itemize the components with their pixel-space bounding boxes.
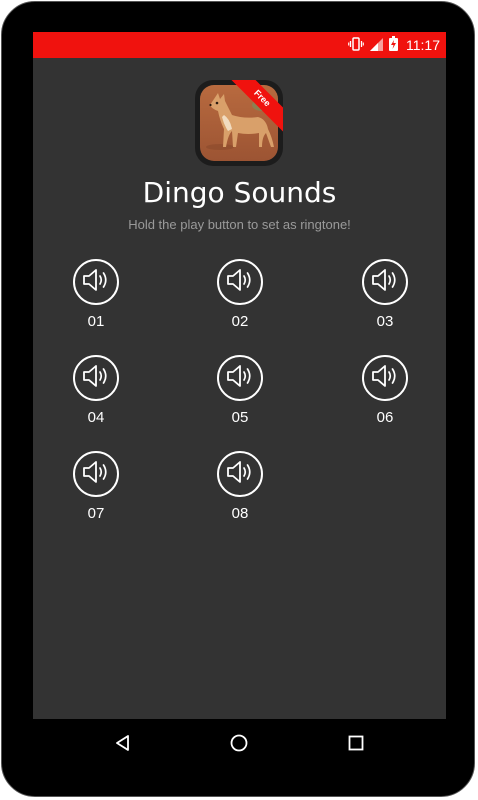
app-title: Dingo Sounds [142, 176, 337, 209]
vibrate-icon [348, 36, 364, 55]
sound-item: 02 [200, 259, 280, 330]
home-icon [230, 734, 248, 756]
sound-label: 05 [231, 409, 249, 426]
play-sound-button[interactable] [73, 451, 119, 497]
sound-item: 08 [200, 451, 280, 522]
recents-button[interactable] [344, 733, 368, 757]
speaker-icon [81, 459, 111, 489]
sound-item: 06 [345, 355, 425, 426]
sound-label: 01 [87, 313, 105, 330]
sound-label: 06 [376, 409, 394, 426]
battery-charging-icon [389, 35, 398, 55]
play-sound-button[interactable] [362, 259, 408, 305]
sound-item: 01 [56, 259, 136, 330]
navigation-bar [33, 719, 446, 771]
signal-icon [370, 36, 383, 55]
recents-icon [348, 735, 364, 755]
sound-label: 02 [231, 313, 249, 330]
play-sound-button[interactable] [217, 355, 263, 401]
speaker-icon [225, 459, 255, 489]
status-icons: 11:17 [348, 32, 440, 58]
sound-item: 04 [56, 355, 136, 426]
play-sound-button[interactable] [362, 355, 408, 401]
speaker-icon [370, 363, 400, 393]
status-bar: 11:17 [33, 32, 446, 58]
sound-label: 08 [231, 505, 249, 522]
sound-label: 03 [376, 313, 394, 330]
sound-label: 04 [87, 409, 105, 426]
speaker-icon [370, 267, 400, 297]
play-sound-button[interactable] [217, 259, 263, 305]
speaker-icon [81, 363, 111, 393]
home-button[interactable] [227, 733, 251, 757]
speaker-icon [225, 363, 255, 393]
back-button[interactable] [111, 733, 135, 757]
sound-label: 07 [87, 505, 105, 522]
sound-item: 07 [56, 451, 136, 522]
speaker-icon [225, 267, 255, 297]
speaker-icon [81, 267, 111, 297]
play-sound-button[interactable] [217, 451, 263, 497]
status-time: 11:17 [406, 37, 440, 53]
play-sound-button[interactable] [73, 355, 119, 401]
app-subtitle: Hold the play button to set as ringtone! [128, 217, 351, 232]
back-icon [114, 734, 132, 756]
app-screen: 11:17 Free Dingo Sounds Hold the play bu… [33, 32, 446, 719]
play-sound-button[interactable] [73, 259, 119, 305]
sound-item: 03 [345, 259, 425, 330]
sound-item: 05 [200, 355, 280, 426]
app-icon: Free [195, 80, 283, 166]
